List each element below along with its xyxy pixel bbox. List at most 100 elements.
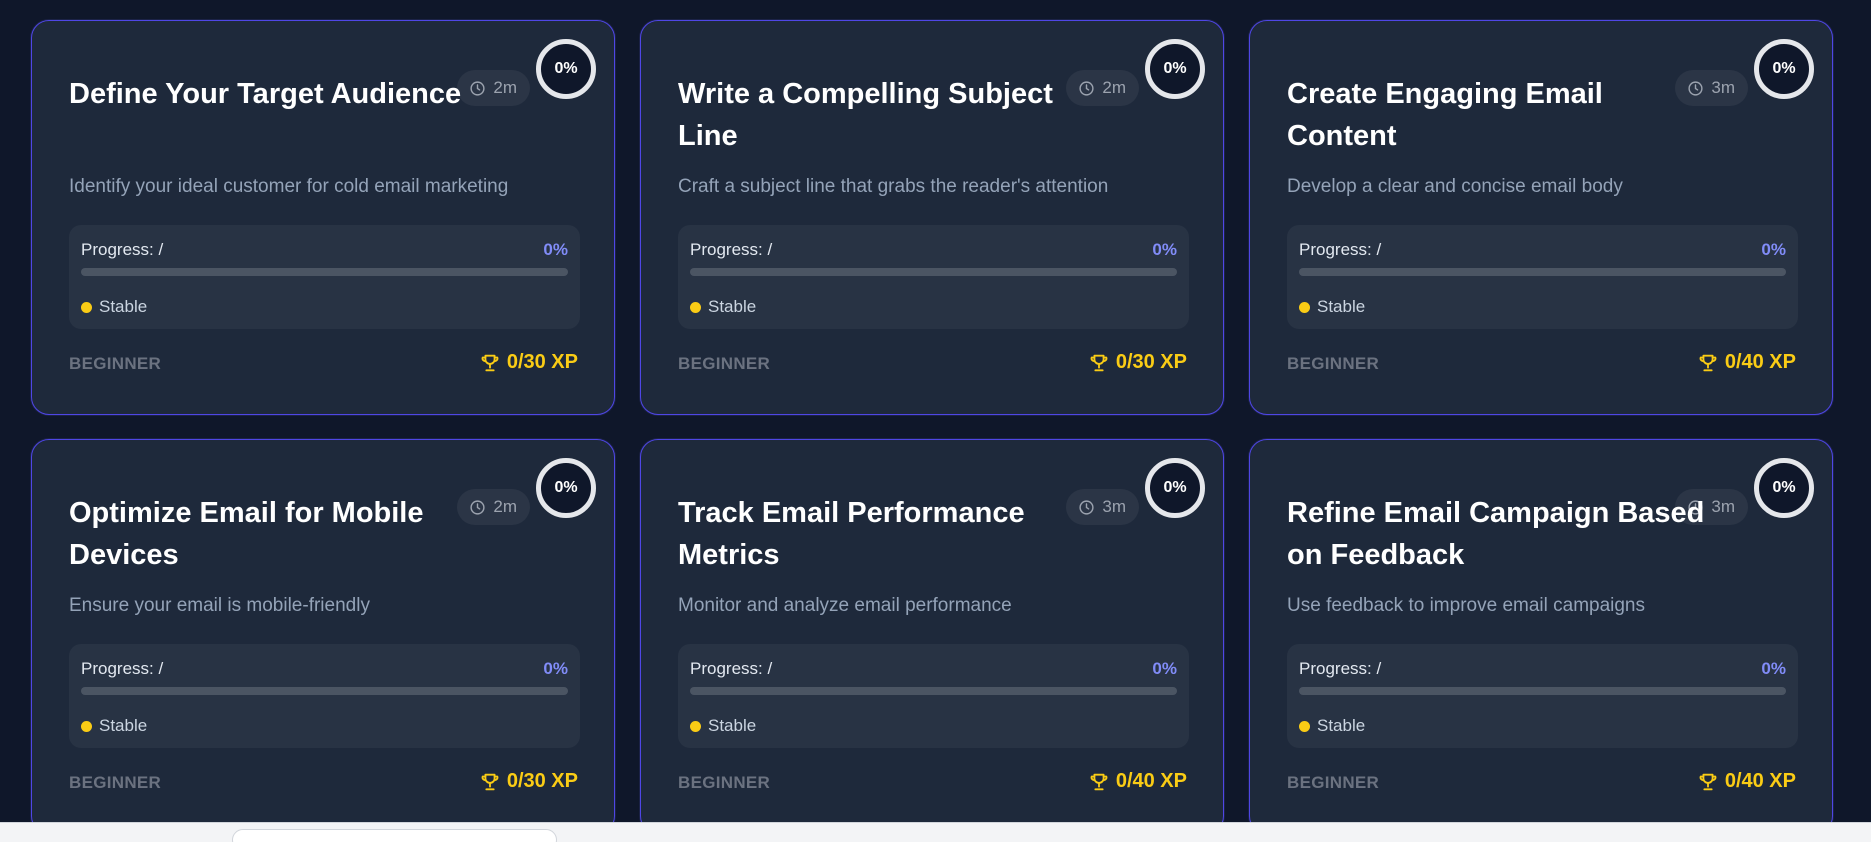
xp-text: 0/40 XP (1724, 351, 1796, 373)
progress-bar (81, 687, 568, 695)
progress-percent: 0% (1152, 240, 1177, 259)
progress-label: Progress: / (1299, 240, 1382, 259)
lesson-card[interactable]: 0% 2m Write a Compelling Subject Line Cr… (640, 20, 1224, 415)
xp-reward: 0/30 XP (479, 770, 578, 793)
status-dot-icon (1299, 301, 1310, 313)
lesson-description: Develop a clear and concise email body (1287, 176, 1623, 197)
difficulty-level: BEGINNER (678, 354, 771, 373)
completion-percent: 0% (1772, 479, 1796, 496)
completion-ring: 0% (536, 458, 596, 518)
progress-label: Progress: / (690, 659, 773, 678)
progress-bar (1299, 268, 1786, 276)
progress-bar (81, 268, 568, 276)
progress-label: Progress: / (1299, 659, 1382, 678)
lesson-card[interactable]: 0% 2m Optimize Email for Mobile Devices … (31, 439, 615, 834)
status-indicator: Stable (81, 716, 147, 736)
difficulty-level: BEGINNER (678, 773, 771, 792)
progress-label: Progress: / (81, 240, 164, 259)
completion-ring: 0% (1145, 39, 1205, 99)
difficulty-level: BEGINNER (1287, 354, 1380, 373)
lesson-card[interactable]: 0% 2m Define Your Target Audience Identi… (31, 20, 615, 415)
progress-panel: Progress: / 0% Stable (69, 644, 580, 748)
lesson-description: Craft a subject line that grabs the read… (678, 176, 1109, 197)
duration-text: 2m (1102, 78, 1126, 97)
lesson-card-grid: 0% 2m Define Your Target Audience Identi… (31, 20, 1833, 834)
status-indicator: Stable (1299, 297, 1365, 317)
status-text: Stable (99, 716, 148, 735)
difficulty-level: BEGINNER (69, 354, 162, 373)
status-dot-icon (81, 301, 92, 313)
duration-text: 2m (493, 497, 517, 516)
xp-reward: 0/30 XP (479, 351, 578, 374)
status-text: Stable (1317, 297, 1366, 316)
os-taskbar (0, 822, 1871, 842)
status-indicator: Stable (81, 297, 147, 317)
lesson-card[interactable]: 0% 3m Refine Email Campaign Based on Fee… (1249, 439, 1833, 834)
xp-reward: 0/30 XP (1088, 351, 1187, 374)
progress-panel: Progress: / 0% Stable (678, 225, 1189, 329)
xp-reward: 0/40 XP (1088, 770, 1187, 793)
xp-text: 0/30 XP (506, 351, 578, 373)
completion-ring: 0% (1754, 458, 1814, 518)
status-indicator: Stable (1299, 716, 1365, 736)
status-text: Stable (708, 716, 757, 735)
trophy-icon (1090, 354, 1108, 371)
difficulty-level: BEGINNER (1287, 773, 1380, 792)
status-dot-icon (690, 720, 701, 732)
trophy-icon (1699, 773, 1717, 790)
progress-bar (690, 268, 1177, 276)
trophy-icon (1090, 773, 1108, 790)
xp-reward: 0/40 XP (1697, 770, 1796, 793)
lesson-description: Use feedback to improve email campaigns (1287, 595, 1646, 616)
duration-text: 3m (1711, 78, 1735, 97)
progress-panel: Progress: / 0% Stable (1287, 225, 1798, 329)
progress-bar (690, 687, 1177, 695)
progress-panel: Progress: / 0% Stable (69, 225, 580, 329)
status-text: Stable (1317, 716, 1366, 735)
lesson-description: Identify your ideal customer for cold em… (69, 176, 509, 197)
lesson-title: Write a Compelling Subject Line (678, 78, 1053, 152)
trophy-icon (481, 773, 499, 790)
duration-text: 2m (493, 78, 517, 97)
status-dot-icon (690, 301, 701, 313)
xp-text: 0/40 XP (1115, 770, 1187, 792)
progress-percent: 0% (1761, 240, 1786, 259)
completion-ring: 0% (1754, 39, 1814, 99)
lesson-title: Define Your Target Audience (69, 78, 462, 110)
status-dot-icon (1299, 720, 1310, 732)
duration-text: 3m (1711, 497, 1735, 516)
lesson-title: Track Email Performance Metrics (678, 497, 1025, 571)
completion-percent: 0% (1163, 60, 1187, 77)
status-indicator: Stable (690, 716, 756, 736)
progress-bar (1299, 687, 1786, 695)
lesson-title: Create Engaging Email Content (1287, 78, 1603, 152)
completion-percent: 0% (554, 479, 578, 496)
duration-text: 3m (1102, 497, 1126, 516)
completion-percent: 0% (1163, 479, 1187, 496)
lesson-title: Refine Email Campaign Based on Feedback (1287, 497, 1705, 571)
trophy-icon (481, 354, 499, 371)
lesson-card[interactable]: 0% 3m Create Engaging Email Content Deve… (1249, 20, 1833, 415)
progress-percent: 0% (1761, 659, 1786, 678)
status-text: Stable (99, 297, 148, 316)
lesson-card[interactable]: 0% 3m Track Email Performance Metrics Mo… (640, 439, 1224, 834)
progress-label: Progress: / (690, 240, 773, 259)
xp-text: 0/30 XP (1115, 351, 1187, 373)
progress-panel: Progress: / 0% Stable (1287, 644, 1798, 748)
progress-label: Progress: / (81, 659, 164, 678)
completion-percent: 0% (1772, 60, 1796, 77)
progress-percent: 0% (543, 240, 568, 259)
xp-reward: 0/40 XP (1697, 351, 1796, 374)
completion-ring: 0% (1145, 458, 1205, 518)
completion-ring: 0% (536, 39, 596, 99)
lesson-description: Ensure your email is mobile-friendly (69, 595, 370, 616)
lesson-title: Optimize Email for Mobile Devices (69, 497, 424, 571)
status-text: Stable (708, 297, 757, 316)
progress-percent: 0% (1152, 659, 1177, 678)
difficulty-level: BEGINNER (69, 773, 162, 792)
progress-percent: 0% (543, 659, 568, 678)
xp-text: 0/30 XP (506, 770, 578, 792)
lesson-description: Monitor and analyze email performance (678, 595, 1012, 616)
taskbar-search-box[interactable] (232, 829, 557, 842)
progress-panel: Progress: / 0% Stable (678, 644, 1189, 748)
